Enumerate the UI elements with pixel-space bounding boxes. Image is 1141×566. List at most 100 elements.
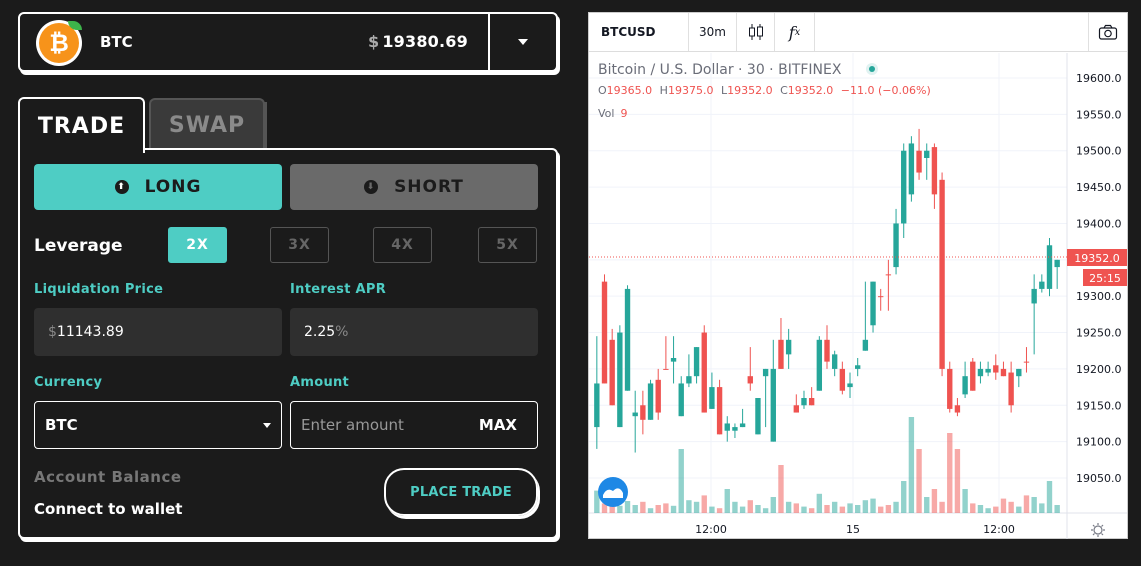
volume-bar	[801, 506, 807, 513]
ohlc-high-key: H	[660, 84, 668, 97]
candle-body	[632, 412, 638, 417]
connect-wallet-link[interactable]: Connect to wallet	[34, 500, 182, 518]
candle-body	[724, 423, 730, 431]
price-currency: $	[368, 32, 380, 51]
candle-body	[1000, 368, 1007, 377]
bitcoin-logo-icon: ₿	[36, 20, 82, 66]
ohlc-high: 19375.0	[668, 84, 714, 97]
candle-body	[601, 281, 608, 384]
chart-legend-title: Bitcoin / U.S. Dollar · 30 · BITFINEX	[598, 62, 842, 78]
volume-bar	[1016, 506, 1022, 513]
volume-bar	[1000, 498, 1007, 513]
volume-bar	[847, 503, 853, 513]
candle-body	[701, 332, 707, 413]
volume-bar	[647, 508, 654, 513]
candle-body	[878, 296, 884, 298]
candle-body	[709, 387, 715, 409]
amount-input[interactable]	[301, 414, 466, 436]
candle-body	[862, 339, 869, 351]
candle-body	[739, 423, 746, 428]
y-tick-label: 19550.0	[1076, 108, 1122, 121]
leverage-3x-button[interactable]: 3X	[270, 227, 329, 263]
candle-body	[640, 405, 646, 420]
leverage-2x-button[interactable]: 2X	[168, 227, 227, 263]
volume-bar	[716, 508, 723, 513]
volume-bar	[785, 501, 792, 513]
volume-bar	[663, 503, 669, 513]
candle-body	[670, 358, 677, 362]
volume-bar	[640, 501, 646, 513]
volume-bar	[1054, 505, 1060, 513]
volume-bar	[709, 506, 715, 513]
place-trade-button[interactable]: PLACE TRADE	[384, 468, 538, 516]
y-tick-label: 19100.0	[1076, 436, 1122, 449]
leverage-5x-button[interactable]: 5X	[478, 227, 537, 263]
y-tick-label: 19400.0	[1076, 217, 1122, 230]
short-button[interactable]: ⬇ SHORT	[290, 164, 538, 210]
snapshot-button[interactable]	[1088, 13, 1127, 51]
amount-label: Amount	[290, 375, 350, 390]
tab-trade[interactable]: TRADE	[18, 97, 145, 153]
volume-bar	[724, 489, 730, 513]
candle-body	[893, 223, 899, 268]
y-tick-label: 19050.0	[1076, 472, 1122, 485]
volume-bar	[778, 465, 784, 513]
indicators-button[interactable]: fx	[775, 13, 815, 51]
candle-body	[762, 368, 769, 377]
candlestick-icon	[748, 24, 763, 40]
volume-bar	[985, 508, 991, 513]
volume-bar	[908, 417, 915, 513]
candle-body	[655, 379, 661, 413]
y-tick-label: 19200.0	[1076, 363, 1122, 376]
chart-legend-ohlc: O19365.0 H19375.0 L19352.0 C19352.0 −11.…	[598, 84, 931, 97]
chart-symbol-button[interactable]: BTCUSD	[589, 13, 689, 51]
candlestick-chart[interactable]: 19600.019550.019500.019450.019400.019350…	[589, 53, 1127, 539]
candle-body	[970, 361, 976, 391]
arrow-up-circle-icon: ⬆	[114, 180, 129, 194]
candle-body	[1008, 372, 1014, 406]
candle-body	[916, 150, 922, 173]
volume-bar	[916, 449, 922, 513]
x-tick-label: 12:00	[695, 523, 727, 536]
candle-body	[693, 347, 700, 377]
candle-body	[793, 405, 799, 413]
candle-body	[985, 368, 991, 373]
candle-body	[855, 365, 861, 369]
candle-body	[954, 405, 961, 413]
currency-select[interactable]: BTC	[34, 401, 282, 449]
ohlc-change: −11.0 (−0.06%)	[841, 84, 931, 97]
tab-swap[interactable]: SWAP	[149, 98, 267, 150]
max-button[interactable]: MAX	[479, 416, 517, 434]
liquidation-currency: $	[48, 324, 57, 340]
asset-dropdown-button[interactable]	[490, 14, 556, 70]
liquidation-price-field: $11143.89	[34, 308, 282, 356]
arrow-down-circle-icon: ⬇	[364, 180, 379, 194]
candle-body	[624, 288, 631, 391]
candle-body	[939, 179, 945, 369]
long-button[interactable]: ⬆ LONG	[34, 164, 282, 210]
volume-bar	[901, 481, 907, 513]
candle-body	[993, 365, 999, 373]
volume-bar	[893, 501, 899, 513]
y-tick-label: 19150.0	[1076, 399, 1122, 412]
price-value: 19380.69	[382, 32, 468, 51]
liquidation-price-label: Liquidation Price	[34, 282, 164, 297]
asset-selector[interactable]: ₿ BTC $19380.69	[18, 12, 558, 72]
last-price-text: 19352.0	[1074, 252, 1120, 265]
volume-bar	[1008, 501, 1014, 513]
trade-panel: ⬆ LONG ⬇ SHORT Leverage 2X 3X 4X 5X Liqu…	[18, 148, 558, 539]
candle-body	[901, 150, 907, 224]
volume-bar	[947, 433, 953, 513]
candle-body	[824, 339, 830, 362]
chart-interval-button[interactable]: 30m	[689, 13, 737, 51]
volume-bar	[816, 493, 823, 513]
leverage-4x-button[interactable]: 4X	[373, 227, 432, 263]
volume-bar	[624, 501, 631, 513]
chevron-down-icon	[263, 423, 271, 428]
volume-bar	[962, 489, 968, 513]
candle-body	[778, 339, 784, 369]
chart-style-button[interactable]	[737, 13, 775, 51]
price-chart-widget: BTCUSD 30m fx 19600.0 19550.0 19500.0 19450…	[588, 12, 1128, 539]
amount-field: MAX	[290, 401, 538, 449]
candle-body	[924, 150, 930, 158]
